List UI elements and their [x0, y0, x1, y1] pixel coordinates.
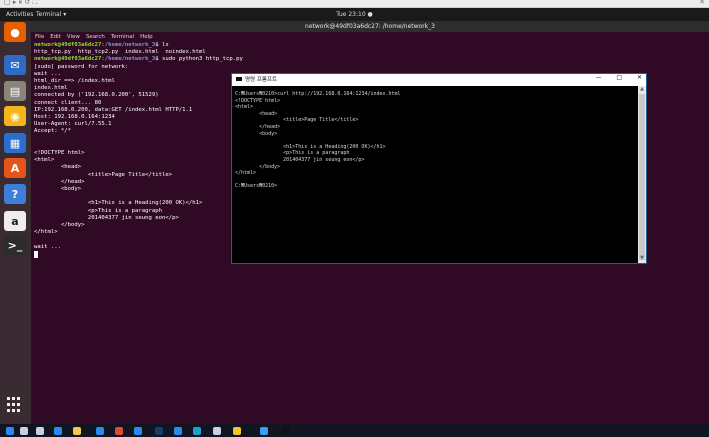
scroll-thumb[interactable] [639, 94, 645, 260]
host-toolbar: ▢ ▸ ⏸ ↺ ⛶ [4, 0, 38, 6]
settings-icon[interactable] [213, 427, 221, 435]
cmd-titlebar[interactable]: 명령 프롬프트 — □ ✕ [232, 74, 646, 86]
chrome-icon[interactable] [115, 427, 123, 435]
terminal-line: [sudo] password for network: [34, 63, 129, 70]
cmd-line: <title>Page Title</title> [235, 117, 359, 124]
scroll-up-icon[interactable]: ▲ [638, 86, 646, 94]
terminal-command: $ sudo python3 http_tcp.py [155, 56, 243, 63]
app-icon-dark[interactable] [155, 427, 163, 435]
close-button[interactable]: ✕ [637, 74, 642, 81]
minimize-button[interactable]: — [595, 74, 601, 81]
windows-taskbar [0, 424, 709, 437]
menu-edit[interactable]: Edit [50, 34, 61, 40]
cmd-taskbar-icon[interactable] [282, 427, 290, 435]
file-explorer-icon[interactable] [73, 427, 81, 435]
ubuntu-launcher: ● ✉ ▤ ◉ ▦ A? a >_ [0, 21, 31, 424]
cmd-output[interactable]: C:₩Users₩0210>curl http://192.168.0.164:… [235, 91, 636, 190]
menu-terminal[interactable]: Terminal [111, 34, 134, 40]
show-applications-icon[interactable] [7, 397, 23, 413]
terminal-line: http_tcp.py http_tcp2.py index.html noin… [34, 49, 206, 56]
cmd-line: <head> [235, 110, 278, 117]
terminal-line: network@49df03a6dc27:/home/network_3$ ls [34, 42, 703, 49]
libreoffice-writer-icon[interactable]: ▦ [4, 133, 26, 153]
terminal-prompt-user: network@49df03a6dc27 [34, 56, 102, 63]
clock[interactable]: Tue 23:10 ● [0, 11, 709, 18]
terminal-prompt-user: network@49df03a6dc27 [34, 42, 102, 48]
ubuntu-top-bar: Activities Terminal ▾ Tue 23:10 ● [0, 8, 709, 21]
app-icon-blue[interactable] [174, 427, 182, 435]
terminal-menubar: File Edit View Search Terminal Help [31, 32, 709, 42]
cmd-line: C:₩Users₩0210> [235, 183, 278, 190]
search-icon[interactable] [20, 427, 28, 435]
windows-start-icon[interactable] [6, 427, 14, 435]
rhythmbox-icon[interactable]: ◉ [4, 106, 26, 126]
vscode-icon[interactable] [260, 427, 268, 435]
terminal-icon[interactable]: >_ [4, 235, 26, 255]
menu-help[interactable]: Help [140, 34, 153, 40]
terminal-line: network@49df03a6dc27:/home/network_3$ su… [34, 56, 703, 63]
thunderbird-icon[interactable]: ✉ [4, 55, 26, 75]
edge-icon[interactable] [96, 427, 104, 435]
ie-icon[interactable] [134, 427, 142, 435]
cmd-line: 201404377 jin seung eon</p> [235, 156, 365, 163]
cmd-title: 명령 프롬프트 [245, 77, 278, 83]
amazon-icon[interactable]: a [4, 211, 26, 231]
cmd-line: C:₩Users₩0210>curl http://192.168.0.164:… [235, 91, 401, 97]
app-icon-yellow[interactable] [233, 427, 241, 435]
maximize-button[interactable]: □ [616, 74, 622, 81]
app-icon-teal[interactable] [193, 427, 201, 435]
firefox-icon[interactable]: ● [4, 22, 26, 42]
terminal-prompt-path: :/home/network_3 [101, 56, 156, 63]
menu-file[interactable]: File [35, 34, 44, 40]
menu-search[interactable]: Search [86, 34, 105, 40]
help-icon[interactable]: ? [4, 184, 26, 204]
cmd-line: <html> [235, 104, 254, 111]
scroll-down-icon[interactable]: ▼ [638, 255, 646, 263]
host-close-icon[interactable]: ✕ [699, 0, 705, 6]
menu-view[interactable]: View [67, 34, 80, 40]
cmd-scrollbar[interactable]: ▲ ▼ [638, 86, 646, 263]
cmd-line: <p>This is a paragraph [235, 150, 350, 157]
files-icon[interactable]: ▤ [4, 81, 26, 101]
cmd-line: <!DOCTYPE html> [235, 97, 281, 104]
task-view-icon[interactable] [36, 427, 44, 435]
terminal-title: network@49df03a6dc27: /home/network_3 [31, 21, 709, 32]
host-window-chrome: ▢ ▸ ⏸ ↺ ⛶ ✕ [0, 0, 709, 8]
store-icon[interactable] [54, 427, 62, 435]
terminal-command: $ ls [155, 42, 169, 48]
cmd-window[interactable]: 명령 프롬프트 — □ ✕ C:₩Users₩0210>curl http://… [231, 73, 647, 264]
software-center-icon[interactable]: A [4, 158, 26, 178]
cmd-line [235, 177, 636, 184]
cmd-line: </body> [235, 163, 281, 170]
cmd-line: </head> [235, 123, 281, 130]
cmd-line [235, 137, 636, 144]
cmd-line: <body> [235, 130, 278, 137]
cmd-window-icon [236, 77, 242, 81]
cmd-line: </html> [235, 170, 257, 177]
cmd-line: <h1>This is a Heading(200 OK)</h1> [235, 143, 386, 150]
terminal-prompt-path: :/home/network_3 [101, 42, 156, 48]
terminal-cursor [34, 250, 38, 258]
